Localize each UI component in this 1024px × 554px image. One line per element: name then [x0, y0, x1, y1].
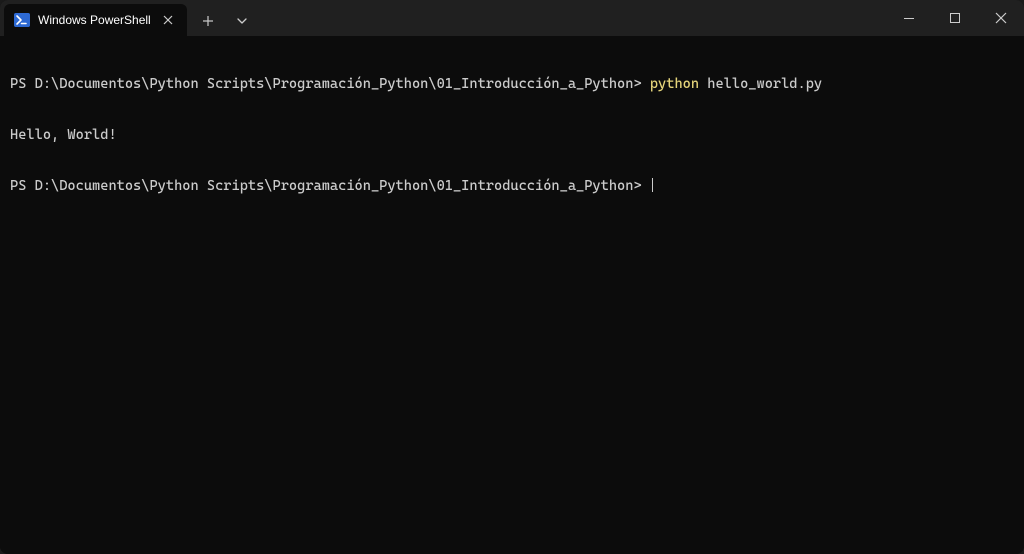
tab-powershell[interactable]: Windows PowerShell	[4, 4, 187, 36]
tab-strip: Windows PowerShell	[0, 0, 257, 36]
close-button[interactable]	[978, 0, 1024, 36]
tab-title: Windows PowerShell	[38, 13, 151, 27]
minimize-icon	[904, 18, 914, 19]
tab-dropdown-button[interactable]	[227, 6, 257, 36]
text-cursor	[652, 178, 653, 192]
close-icon	[163, 15, 173, 25]
maximize-button[interactable]	[932, 0, 978, 36]
close-icon	[995, 12, 1007, 24]
command-argument: hello_world.py	[707, 76, 822, 92]
titlebar: Windows PowerShell	[0, 0, 1024, 36]
new-tab-button[interactable]	[193, 6, 223, 36]
new-tab-area	[187, 6, 257, 36]
window-controls	[886, 0, 1024, 36]
terminal-output: Hello, World!	[10, 127, 1014, 144]
maximize-icon	[950, 13, 960, 23]
powershell-icon	[14, 12, 30, 28]
prompt-text: PS D:\Documentos\Python Scripts\Programa…	[10, 178, 642, 194]
command-binary: python	[650, 76, 699, 92]
terminal-window: Windows PowerShell	[0, 0, 1024, 554]
plus-icon	[202, 15, 214, 27]
terminal-line: PS D:\Documentos\Python Scripts\Programa…	[10, 76, 1014, 93]
minimize-button[interactable]	[886, 0, 932, 36]
chevron-down-icon	[236, 15, 248, 27]
tab-close-button[interactable]	[159, 11, 177, 29]
terminal-body[interactable]: PS D:\Documentos\Python Scripts\Programa…	[0, 36, 1024, 554]
prompt-text: PS D:\Documentos\Python Scripts\Programa…	[10, 76, 642, 92]
terminal-line: PS D:\Documentos\Python Scripts\Programa…	[10, 178, 1014, 195]
